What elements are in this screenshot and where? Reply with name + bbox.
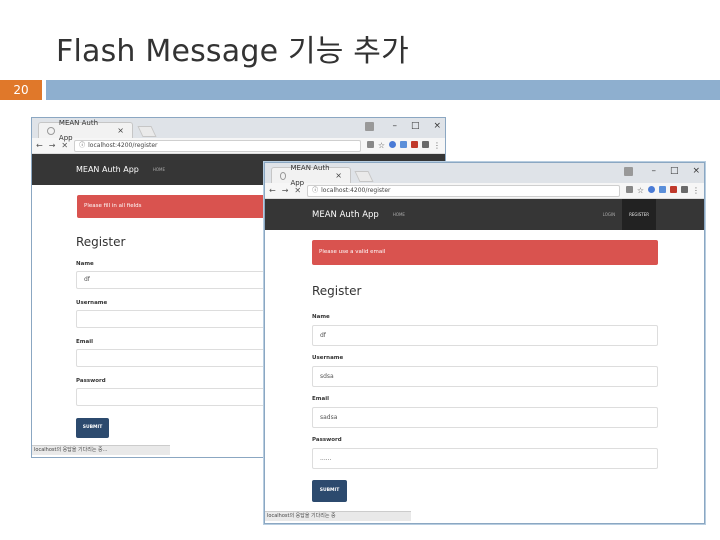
flash-message-alert: Please use a valid email <box>312 240 658 265</box>
window-controls: – □ × <box>624 166 700 176</box>
status-bar: localhost의 응답을 기다리는 중 <box>265 511 411 521</box>
slide-header-bar <box>46 80 720 100</box>
close-window-button[interactable]: × <box>433 121 441 131</box>
loading-spinner-icon <box>280 171 287 180</box>
favicon-icon <box>47 126 55 135</box>
slide-title: Flash Message 기능 추가 <box>56 34 409 69</box>
password-label: Password <box>312 437 342 443</box>
address-bar[interactable]: ⓘ localhost:4200/register <box>74 139 361 152</box>
star-icon[interactable]: ☆ <box>378 141 385 150</box>
extension-icon[interactable] <box>681 186 688 193</box>
register-heading: Register <box>312 284 362 298</box>
nav-register-link[interactable]: REGISTER <box>622 199 656 230</box>
extension-icon[interactable] <box>670 186 677 193</box>
user-profile-icon[interactable] <box>624 166 634 176</box>
username-label: Username <box>312 355 344 361</box>
tab-close-icon[interactable]: × <box>117 123 124 138</box>
new-tab-button[interactable] <box>354 171 374 182</box>
user-profile-icon[interactable] <box>365 121 375 131</box>
new-tab-button[interactable] <box>137 126 157 137</box>
tab-strip: MEAN Auth App × – □ × <box>32 118 445 142</box>
tab-strip: MEAN Auth App × – □ × <box>265 163 704 187</box>
slide-number: 20 <box>0 80 42 100</box>
browser-tab[interactable]: MEAN Auth App × <box>38 119 133 142</box>
nav-home-link[interactable]: HOME <box>153 167 165 172</box>
url-text: localhost:4200/register <box>321 186 391 194</box>
tab-title: MEAN Auth App <box>58 118 99 142</box>
email-input[interactable]: sadsa <box>312 407 658 428</box>
maximize-button[interactable]: □ <box>670 166 679 176</box>
browser-window-front: MEAN Auth App × – □ × ← → ✕ ⓘ localhost:… <box>264 162 705 524</box>
name-label: Name <box>312 314 330 320</box>
password-input[interactable]: ...... <box>312 448 658 469</box>
register-heading: Register <box>76 235 126 249</box>
extension-icon[interactable] <box>411 141 418 148</box>
tab-close-icon[interactable]: × <box>335 168 342 183</box>
extension-icon[interactable] <box>389 141 396 148</box>
minimize-button[interactable]: – <box>392 121 397 131</box>
submit-button[interactable]: SUBMIT <box>312 480 347 502</box>
menu-icon[interactable]: ⋮ <box>692 186 700 195</box>
menu-icon[interactable]: ⋮ <box>433 141 441 150</box>
name-input[interactable]: df <box>312 325 658 346</box>
username-label: Username <box>76 300 108 306</box>
address-bar[interactable]: ⓘ localhost:4200/register <box>307 184 620 197</box>
status-bar: localhost의 응답을 기다리는 중... <box>32 445 170 455</box>
navbar-brand[interactable]: MEAN Auth App <box>312 210 379 220</box>
username-input[interactable]: sdsa <box>312 366 658 387</box>
nav-home-link[interactable]: HOME <box>393 212 405 217</box>
window-controls: – □ × <box>365 121 441 131</box>
translate-icon[interactable] <box>366 141 374 148</box>
close-window-button[interactable]: × <box>692 166 700 176</box>
forward-arrow-icon[interactable]: → <box>49 141 56 150</box>
extension-icons: ☆ ⋮ <box>366 141 441 150</box>
browser-tab[interactable]: MEAN Auth App × <box>271 164 351 187</box>
forward-arrow-icon[interactable]: → <box>282 186 289 195</box>
name-label: Name <box>76 261 94 267</box>
maximize-button[interactable]: □ <box>411 121 420 131</box>
extension-icon[interactable] <box>648 186 655 193</box>
extension-icon[interactable] <box>400 141 407 148</box>
translate-icon[interactable] <box>625 186 633 193</box>
back-arrow-icon[interactable]: ← <box>269 186 276 195</box>
submit-button[interactable]: SUBMIT <box>76 418 109 438</box>
tab-title: MEAN Auth App <box>290 163 330 187</box>
password-label: Password <box>76 378 106 384</box>
star-icon[interactable]: ☆ <box>637 186 644 195</box>
extension-icon[interactable] <box>422 141 429 148</box>
minimize-button[interactable]: – <box>651 166 656 176</box>
nav-login-link[interactable]: LOGIN <box>596 212 623 217</box>
navbar-brand[interactable]: MEAN Auth App <box>76 165 139 174</box>
back-arrow-icon[interactable]: ← <box>36 141 43 150</box>
app-navbar: MEAN Auth App HOME LOGIN REGISTER <box>265 199 704 230</box>
email-label: Email <box>312 396 329 402</box>
email-label: Email <box>76 339 93 345</box>
extension-icons: ☆ ⋮ <box>625 186 700 195</box>
navbar-right: LOGIN REGISTER <box>596 199 656 230</box>
extension-icon[interactable] <box>659 186 666 193</box>
